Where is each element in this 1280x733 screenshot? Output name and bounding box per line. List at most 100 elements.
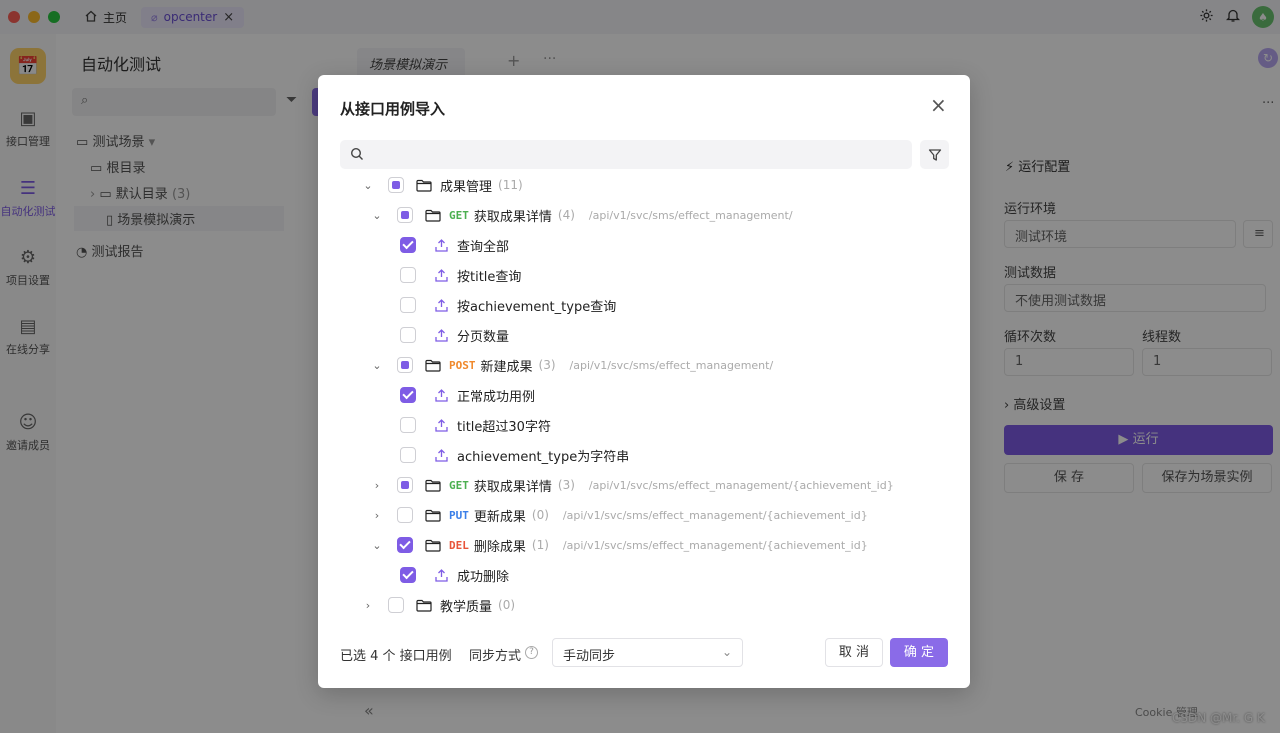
close-icon[interactable]: × xyxy=(930,95,947,115)
chevron-down-icon: ⌄ xyxy=(721,645,732,659)
case-icon xyxy=(434,268,449,283)
item-name: 成功删除 xyxy=(457,569,510,585)
confirm-button[interactable]: 确 定 xyxy=(890,638,948,667)
folder-row[interactable]: ⌄ 成果管理 (11) xyxy=(318,170,958,200)
case-icon xyxy=(434,418,449,433)
checkbox[interactable] xyxy=(388,177,404,193)
chevron-down-icon[interactable]: ⌄ xyxy=(361,179,375,192)
chevron-down-icon[interactable]: ⌄ xyxy=(370,539,384,552)
filter-icon xyxy=(928,148,941,161)
api-path: /api/v1/svc/sms/effect_management/ xyxy=(588,208,793,222)
chevron-right-icon[interactable]: › xyxy=(370,479,384,492)
checkbox[interactable] xyxy=(397,477,413,493)
checkbox[interactable] xyxy=(400,327,416,343)
item-name: 按achievement_type查询 xyxy=(457,299,617,315)
search-icon xyxy=(350,147,363,160)
import-dialog: 从接口用例导入 × ⌄ 成果管理 (11) ⌄ GET 获取成果详情 (4) /api/v1/… xyxy=(318,75,970,688)
case-row[interactable]: 按title查询 xyxy=(318,260,958,290)
checkbox[interactable] xyxy=(400,387,416,403)
checkbox[interactable] xyxy=(397,207,413,223)
case-row[interactable]: 成功删除 xyxy=(318,560,958,590)
checkbox[interactable] xyxy=(397,507,413,523)
dialog-search-input[interactable] xyxy=(370,140,900,169)
case-row[interactable]: achievement_type为字符串 xyxy=(318,440,958,470)
dialog-filter-button[interactable] xyxy=(920,140,949,169)
selected-count: 已选 4 个 接口用例 xyxy=(340,649,452,664)
api-path: /api/v1/svc/sms/effect_management/{achie… xyxy=(562,538,868,552)
dialog-search xyxy=(340,140,912,169)
item-name: 正常成功用例 xyxy=(457,389,536,405)
http-method-badge: GET xyxy=(449,208,469,222)
dialog-footer: 已选 4 个 接口用例 同步方式 ? 手动同步 ⌄ 取 消 确 定 xyxy=(318,638,970,668)
item-name: achievement_type为字符串 xyxy=(457,449,630,465)
item-name: 分页数量 xyxy=(457,329,510,345)
item-count: (3) xyxy=(538,358,556,372)
checkbox[interactable] xyxy=(397,537,413,553)
chevron-down-icon[interactable]: ⌄ xyxy=(370,359,384,372)
case-icon xyxy=(434,328,449,343)
dialog-title: 从接口用例导入 xyxy=(340,100,446,118)
case-row[interactable]: 查询全部 xyxy=(318,230,958,260)
checkbox[interactable] xyxy=(397,357,413,373)
checkbox[interactable] xyxy=(388,597,404,613)
item-count: (0) xyxy=(531,508,549,522)
item-name: 教学质量 xyxy=(440,599,493,615)
folder-icon xyxy=(425,539,441,552)
help-icon[interactable]: ? xyxy=(525,646,538,659)
api-path: /api/v1/svc/sms/effect_management/ xyxy=(569,358,774,372)
folder-icon xyxy=(425,479,441,492)
api-path: /api/v1/svc/sms/effect_management/{achie… xyxy=(562,508,868,522)
checkbox[interactable] xyxy=(400,567,416,583)
sync-label: 同步方式 xyxy=(469,649,522,664)
folder-row[interactable]: › 教学质量 (0) xyxy=(318,590,958,620)
cancel-button[interactable]: 取 消 xyxy=(825,638,883,667)
api-row[interactable]: › GET 获取成果详情 (3) /api/v1/svc/sms/effect_mana… xyxy=(318,470,958,500)
folder-icon xyxy=(425,359,441,372)
item-count: (3) xyxy=(557,478,575,492)
folder-icon xyxy=(425,509,441,522)
item-name: 新建成果 xyxy=(480,359,533,375)
case-row[interactable]: 分页数量 xyxy=(318,320,958,350)
case-icon xyxy=(434,568,449,583)
checkbox[interactable] xyxy=(400,267,416,283)
case-icon xyxy=(434,238,449,253)
chevron-down-icon[interactable]: ⌄ xyxy=(370,209,384,222)
item-count: (11) xyxy=(498,178,523,192)
item-name: title超过30字符 xyxy=(457,419,551,435)
item-name: 更新成果 xyxy=(473,509,526,525)
checkbox[interactable] xyxy=(400,447,416,463)
case-icon xyxy=(434,388,449,403)
sync-select[interactable]: 手动同步 ⌄ xyxy=(552,638,743,667)
checkbox[interactable] xyxy=(400,297,416,313)
item-name: 按title查询 xyxy=(457,269,522,285)
http-method-badge: DEL xyxy=(449,538,469,552)
item-name: 获取成果详情 xyxy=(473,479,552,495)
item-count: (1) xyxy=(531,538,549,552)
item-count: (0) xyxy=(498,598,516,612)
folder-icon xyxy=(425,209,441,222)
item-name: 删除成果 xyxy=(473,539,526,555)
http-method-badge: GET xyxy=(449,478,469,492)
folder-icon xyxy=(416,599,432,612)
case-row[interactable]: 正常成功用例 xyxy=(318,380,958,410)
item-name: 成果管理 xyxy=(440,179,493,195)
api-row[interactable]: › PUT 更新成果 (0) /api/v1/svc/sms/effect_manage… xyxy=(318,500,958,530)
case-row[interactable]: title超过30字符 xyxy=(318,410,958,440)
api-path: /api/v1/svc/sms/effect_management/{achie… xyxy=(588,478,894,492)
folder-icon xyxy=(416,179,432,192)
chevron-right-icon[interactable]: › xyxy=(370,509,384,522)
api-row[interactable]: ⌄ POST 新建成果 (3) /api/v1/svc/sms/effect_manag… xyxy=(318,350,958,380)
api-row[interactable]: ⌄ GET 获取成果详情 (4) /api/v1/svc/sms/effect_mana… xyxy=(318,200,958,230)
case-icon xyxy=(434,448,449,463)
http-method-badge: POST xyxy=(449,358,476,372)
item-count: (4) xyxy=(557,208,575,222)
api-row[interactable]: ⌄ DEL 删除成果 (1) /api/v1/svc/sms/effect_manage… xyxy=(318,530,958,560)
chevron-right-icon[interactable]: › xyxy=(361,599,375,612)
item-name: 获取成果详情 xyxy=(473,209,552,225)
item-name: 查询全部 xyxy=(457,239,510,255)
checkbox[interactable] xyxy=(400,237,416,253)
checkbox[interactable] xyxy=(400,417,416,433)
case-row[interactable]: 按achievement_type查询 xyxy=(318,290,958,320)
case-tree: ⌄ 成果管理 (11) ⌄ GET 获取成果详情 (4) /api/v1/svc/sms/ef… xyxy=(318,170,970,620)
http-method-badge: PUT xyxy=(449,508,469,522)
